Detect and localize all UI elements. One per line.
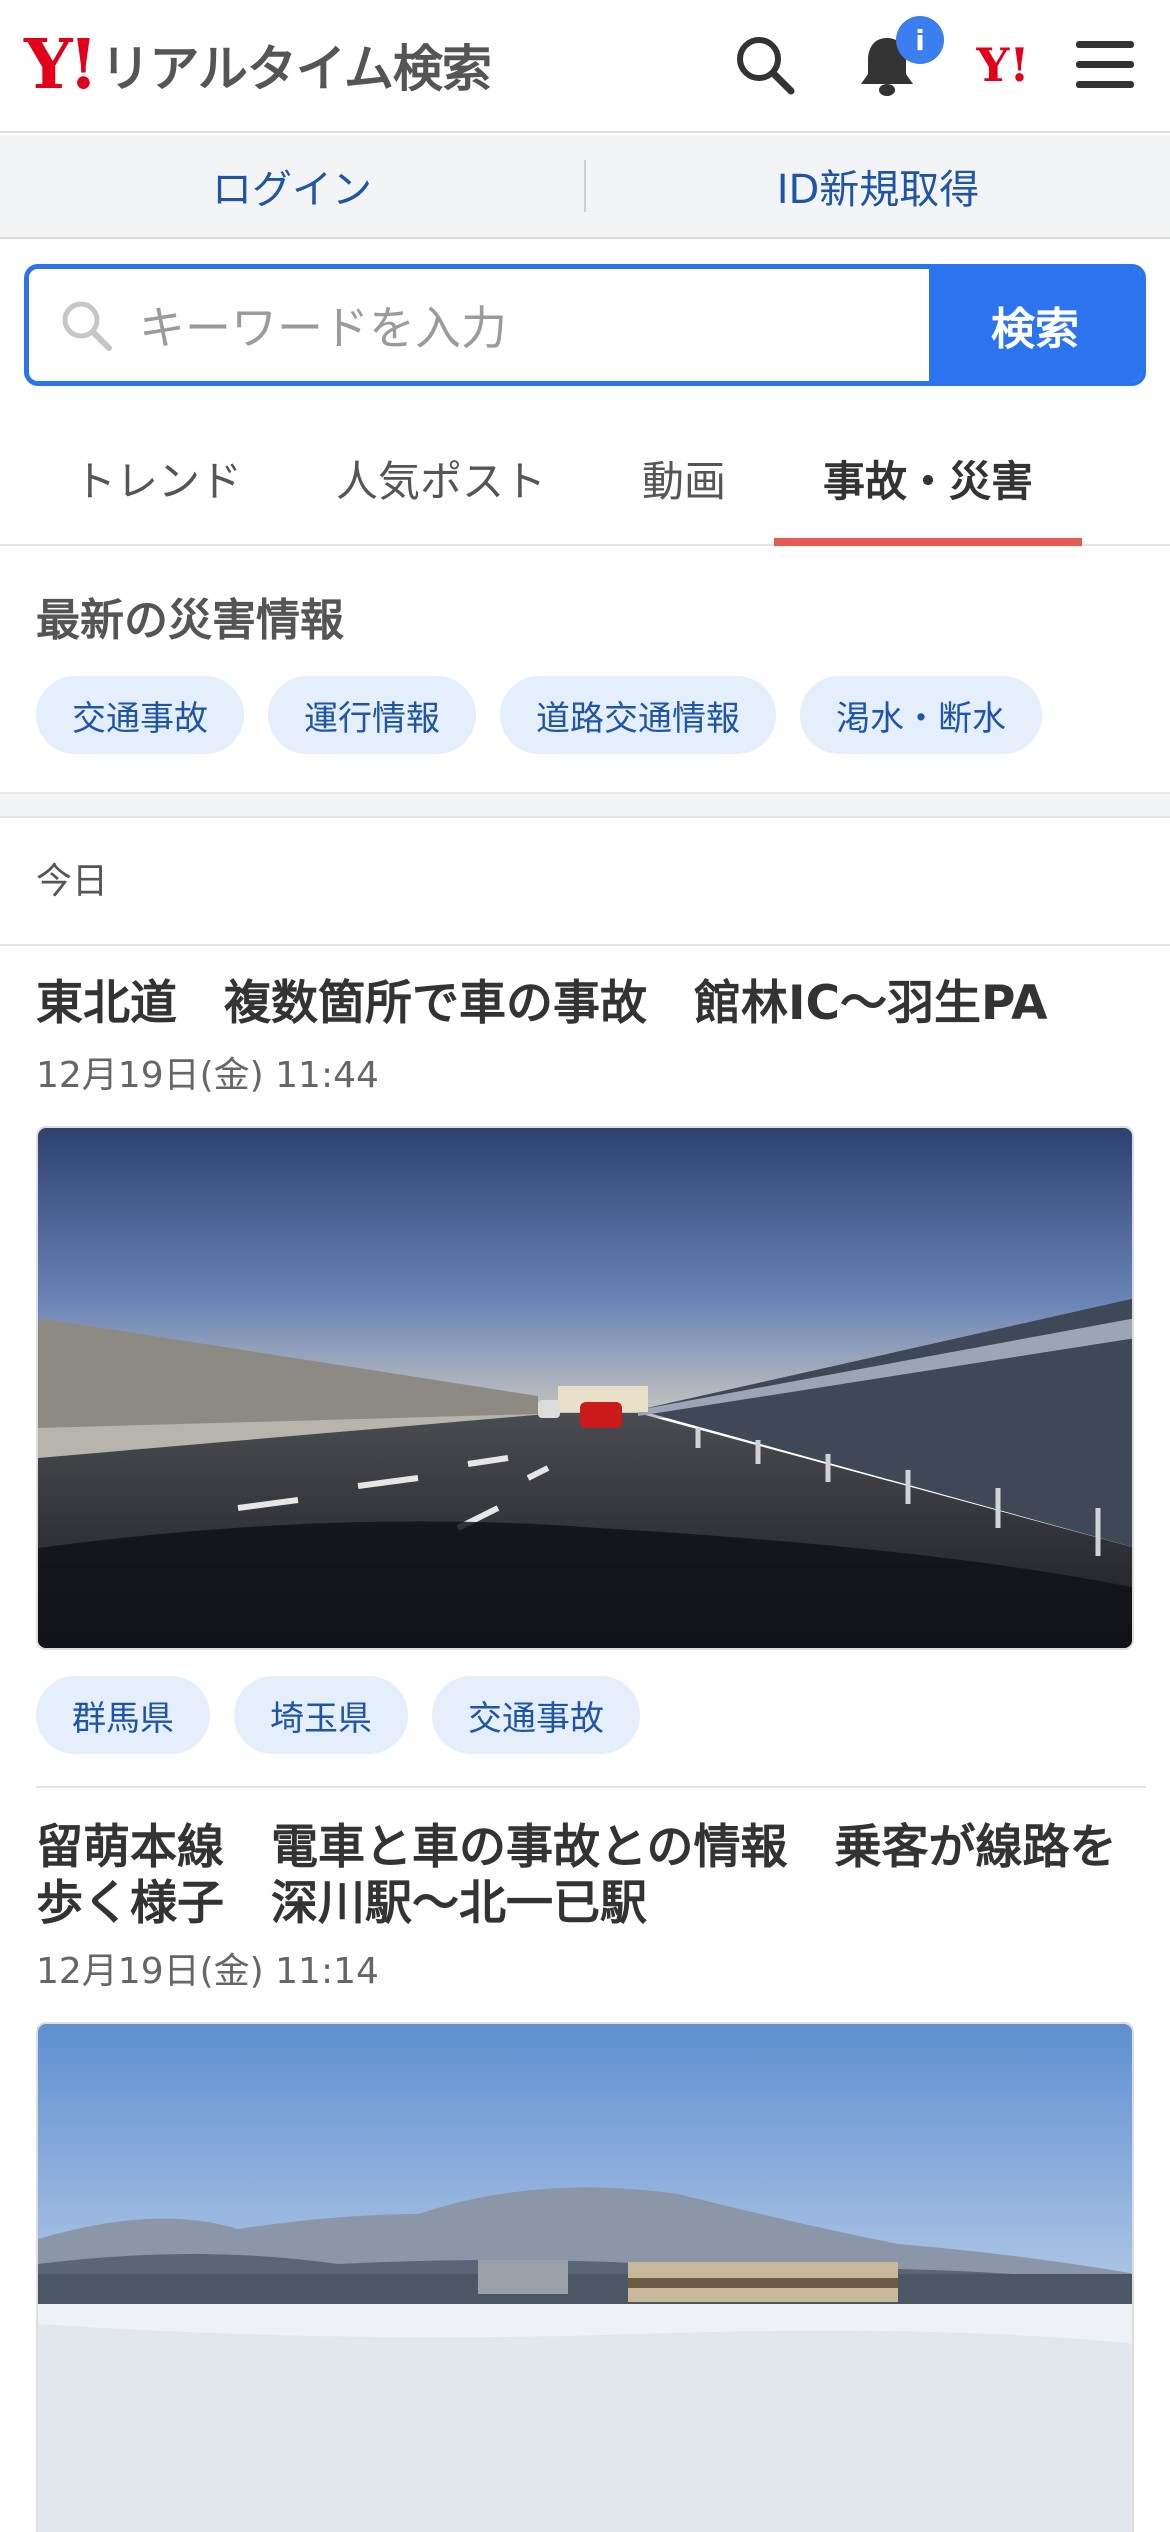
disaster-section-title: 最新の災害情報 xyxy=(36,595,344,646)
article-date: 12月19日(金) 11:44 xyxy=(36,1055,379,1096)
hamburger-menu-icon[interactable] xyxy=(1070,30,1140,100)
article-title[interactable]: 東北道 複数箇所で車の事故 館林IC〜羽生PA xyxy=(36,976,1136,1032)
article-title[interactable]: 留萌本線 電車と車の事故との情報 乗客が線路を歩く様子 深川駅〜北一已駅 xyxy=(36,1820,1136,1932)
category-tabs: トレンド 人気ポスト 動画 事故・災害 xyxy=(0,410,1170,546)
chip-road-traffic[interactable]: 道路交通情報 xyxy=(500,676,776,754)
logo-text: リアルタイム検索 xyxy=(100,40,491,98)
tab-popular-posts[interactable]: 人気ポスト xyxy=(318,410,564,546)
tag-saitama[interactable]: 埼玉県 xyxy=(234,1676,408,1754)
chip-water-outage[interactable]: 渇水・断水 xyxy=(800,676,1042,754)
login-link[interactable]: ログイン xyxy=(0,135,584,237)
signup-link[interactable]: ID新規取得 xyxy=(586,135,1170,237)
yahoo-realtime-logo[interactable]: Y! リアルタイム検索 xyxy=(24,25,492,105)
app-header: Y! リアルタイム検索 i Y! xyxy=(0,0,1170,133)
chip-traffic-accident[interactable]: 交通事故 xyxy=(36,676,244,754)
snowy-train-photo[interactable] xyxy=(36,2022,1134,2532)
tag-gunma[interactable]: 群馬県 xyxy=(36,1676,210,1754)
search-field-icon xyxy=(62,301,112,351)
yahoo-top-link[interactable]: Y! xyxy=(968,30,1038,100)
tab-trend[interactable]: トレンド xyxy=(40,410,276,546)
divider xyxy=(0,944,1170,946)
highway-photo[interactable] xyxy=(36,1126,1134,1650)
divider xyxy=(36,1786,1146,1788)
search-input[interactable]: キーワードを入力 xyxy=(29,269,929,381)
search-placeholder: キーワードを入力 xyxy=(139,301,507,355)
disaster-chips: 交通事故 運行情報 道路交通情報 渇水・断水 xyxy=(36,676,1042,754)
section-separator xyxy=(0,792,1170,818)
article-tags: 群馬県 埼玉県 交通事故 xyxy=(36,1676,640,1754)
chip-service-info[interactable]: 運行情報 xyxy=(268,676,476,754)
search-icon[interactable] xyxy=(730,30,800,100)
account-bar: ログイン ID新規取得 xyxy=(0,135,1170,239)
logo-mark: Y! xyxy=(24,25,98,105)
tag-traffic-accident[interactable]: 交通事故 xyxy=(432,1676,640,1754)
tab-video[interactable]: 動画 xyxy=(612,410,756,546)
day-heading: 今日 xyxy=(36,861,109,902)
article-date: 12月19日(金) 11:14 xyxy=(36,1951,379,1992)
notification-badge: i xyxy=(896,16,944,64)
search-button[interactable]: 検索 xyxy=(929,269,1141,381)
tab-accident-disaster[interactable]: 事故・災害 xyxy=(774,410,1082,546)
search-form: キーワードを入力 検索 xyxy=(24,264,1146,386)
